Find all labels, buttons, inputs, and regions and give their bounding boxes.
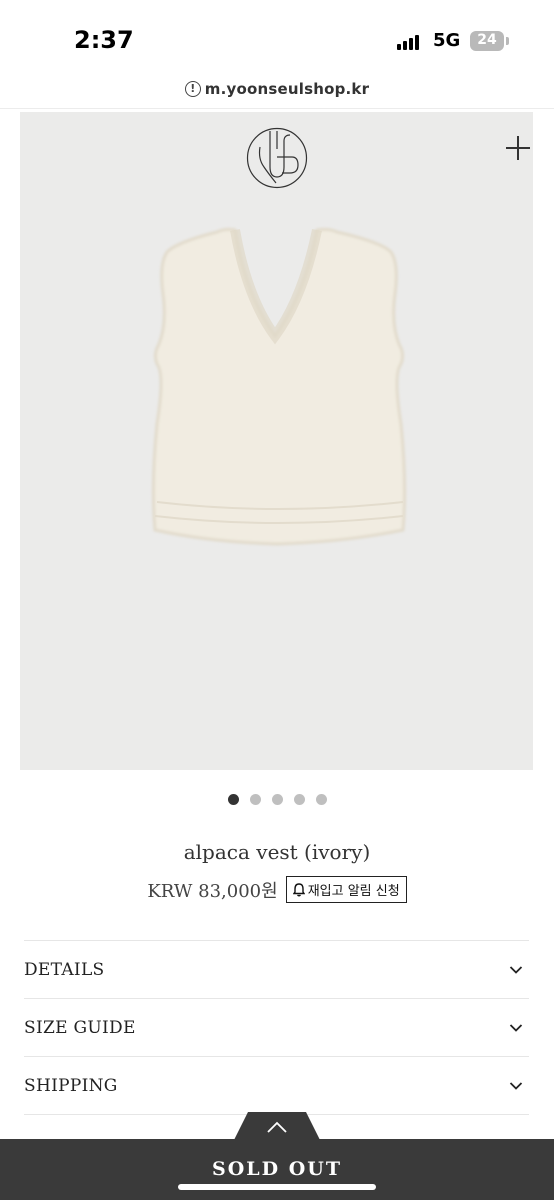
brand-logo-icon[interactable] [246,127,308,189]
price-row: KRW 83,000원 재입고 알림 신청 [0,876,554,903]
status-bar: 2:37 5G 24 [0,0,554,80]
accordion-label: SIZE GUIDE [24,1017,136,1038]
info-icon[interactable]: ! [184,81,201,97]
vest-image [151,227,407,546]
chevron-up-icon[interactable] [266,1120,288,1134]
info-accordion: DETAILS SIZE GUIDE SHIPPING [24,940,529,1115]
restock-alert-button[interactable]: 재입고 알림 신청 [285,876,407,903]
gallery-dot[interactable] [293,794,305,805]
network-label: 5G [433,30,461,51]
gallery-dot[interactable] [271,794,283,805]
divider [0,108,554,109]
url-bar[interactable]: ! m.yoonseulshop.kr [0,78,554,108]
gallery-pagination [0,792,554,810]
accordion-label: DETAILS [24,959,105,980]
chevron-down-icon [509,1023,523,1032]
accordion-label: SHIPPING [24,1075,118,1096]
battery-level: 24 [477,32,497,48]
product-image[interactable] [20,112,533,770]
sold-out-label: SOLD OUT [212,1158,342,1180]
chevron-down-icon [509,1081,523,1090]
gallery-dot[interactable] [315,794,327,805]
product-price: KRW 83,000원 [147,880,278,902]
status-time: 2:37 [74,26,134,54]
gallery-dot[interactable] [249,794,261,805]
gallery-dot[interactable] [227,794,239,805]
restock-alert-label: 재입고 알림 신청 [307,884,400,899]
battery-tip [506,37,509,45]
home-indicator[interactable] [178,1184,376,1190]
url-text[interactable]: m.yoonseulshop.kr [205,80,369,98]
chevron-down-icon [509,965,523,974]
plus-icon[interactable] [505,135,531,161]
bell-icon [292,882,305,896]
signal-icon [397,34,423,50]
accordion-shipping[interactable]: SHIPPING [24,1056,529,1115]
accordion-details[interactable]: DETAILS [24,940,529,998]
accordion-size-guide[interactable]: SIZE GUIDE [24,998,529,1056]
product-title: alpaca vest (ivory) [183,840,371,864]
battery-icon: 24 [470,31,504,51]
